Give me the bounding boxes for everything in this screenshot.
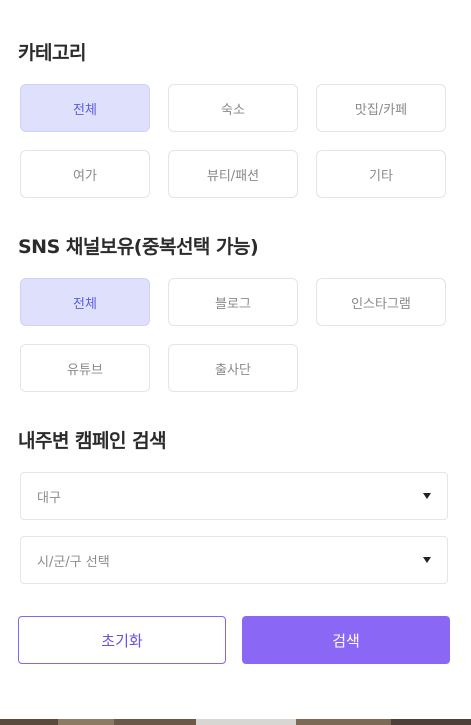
caret-down-icon	[423, 493, 431, 499]
sns-chip-blog[interactable]: 블로그	[168, 278, 298, 326]
category-chip-leisure[interactable]: 여가	[20, 150, 150, 198]
category-chip-etc[interactable]: 기타	[316, 150, 446, 198]
caret-down-icon	[423, 557, 431, 563]
sns-title: SNS 채널보유(중복선택 가능)	[18, 236, 259, 258]
category-chip-lodging[interactable]: 숙소	[168, 84, 298, 132]
district-select-value: 시/군/구 선택	[37, 554, 110, 570]
category-title: 카테고리	[18, 42, 86, 64]
filter-panel: 카테고리 전체 숙소 맛집/카페 여가 뷰티/패션 기타 SNS 채널보유(중복…	[0, 0, 471, 725]
district-select[interactable]: 시/군/구 선택	[20, 536, 448, 584]
sns-chip-youtube[interactable]: 유튜브	[20, 344, 150, 392]
category-chip-beauty-fashion[interactable]: 뷰티/패션	[168, 150, 298, 198]
region-select[interactable]: 대구	[20, 472, 448, 520]
search-button[interactable]: 검색	[242, 616, 450, 664]
sns-chip-all[interactable]: 전체	[20, 278, 150, 326]
sns-chip-instagram[interactable]: 인스타그램	[316, 278, 446, 326]
background-content-strip	[0, 719, 471, 725]
category-chip-all[interactable]: 전체	[20, 84, 150, 132]
sns-chip-reporters[interactable]: 출사단	[168, 344, 298, 392]
category-chip-food-cafe[interactable]: 맛집/카페	[316, 84, 446, 132]
nearby-title: 내주변 캠페인 검색	[18, 430, 167, 452]
reset-button[interactable]: 초기화	[18, 616, 226, 664]
region-select-value: 대구	[37, 490, 61, 506]
